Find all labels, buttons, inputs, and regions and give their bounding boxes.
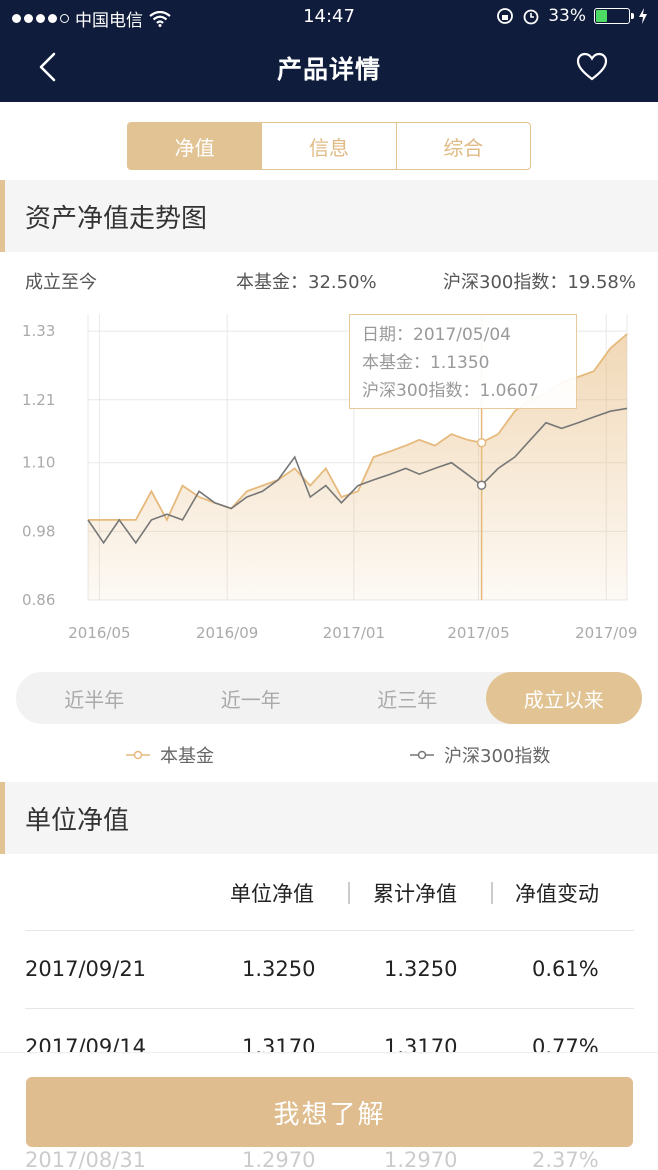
- status-bar: 中国电信 14:47 33%: [0, 0, 658, 34]
- period-since-inception[interactable]: 成立以来: [485, 672, 642, 724]
- row-unit-nav: 1.2970: [242, 1148, 316, 1170]
- fund-point-marker: [476, 437, 487, 448]
- tooltip-index: 沪深300指数：1.0607: [362, 381, 539, 401]
- y-tick-label: 0.98: [22, 522, 55, 540]
- legend-index: 沪深300指数: [410, 742, 550, 768]
- chart-tooltip: 日期：2017/05/04 本基金：1.1350 沪深300指数：1.0607: [349, 314, 577, 409]
- period-label: 成立至今: [25, 272, 97, 293]
- legend-index-label: 沪深300指数: [444, 746, 551, 767]
- row-date: 2017/08/31: [25, 1148, 147, 1170]
- period-one-year[interactable]: 近一年: [173, 672, 330, 724]
- y-tick-label: 1.21: [22, 391, 55, 409]
- nav-bar: 产品详情: [0, 34, 658, 100]
- rotation-lock-icon: [497, 8, 514, 24]
- section-accent-bar: [0, 180, 5, 252]
- legend-fund: 本基金: [126, 742, 214, 768]
- table-row-faded: 2017/08/31 1.2970 1.2970 2.37%: [0, 1148, 658, 1170]
- index-point-marker: [476, 480, 487, 490]
- period-three-years[interactable]: 近三年: [329, 672, 486, 724]
- x-tick-label: 2016/09: [196, 624, 258, 642]
- row-cumulative-nav: 1.3250: [384, 957, 458, 981]
- column-unit-nav: 单位净值: [230, 882, 314, 906]
- x-tick-label: 2016/05: [68, 624, 130, 642]
- alarm-icon: [523, 9, 539, 25]
- column-cumulative-nav: 累计净值: [373, 882, 457, 906]
- fund-return: 本基金：32.50%: [236, 272, 377, 293]
- column-divider: [491, 882, 493, 904]
- y-tick-label: 1.10: [22, 454, 55, 472]
- row-change: 2.37%: [532, 1148, 599, 1170]
- column-divider: [348, 882, 350, 904]
- index-return: 沪深300指数：19.58%: [443, 272, 636, 293]
- battery-percent: 33%: [548, 6, 586, 26]
- x-tick-label: 2017/05: [447, 624, 509, 642]
- period-switch: 近半年 近一年 近三年 成立以来: [16, 672, 642, 724]
- top-bar: 中国电信 14:47 33% 产品详情: [0, 0, 658, 102]
- table-row: 2017/09/21 1.3250 1.3250 0.61%: [25, 930, 634, 1008]
- charging-icon: [639, 8, 647, 24]
- y-tick-label: 0.86: [22, 591, 55, 609]
- tooltip-date: 日期：2017/05/04: [362, 325, 511, 345]
- heart-icon[interactable]: [576, 52, 608, 82]
- tooltip-fund: 本基金：1.1350: [362, 353, 490, 373]
- battery-icon: [594, 8, 634, 24]
- legend-fund-label: 本基金: [160, 746, 214, 767]
- section-accent-bar: [0, 782, 5, 854]
- tab-info[interactable]: 信息: [262, 123, 397, 169]
- tab-net-value[interactable]: 净值: [128, 123, 263, 169]
- row-cumulative-nav: 1.2970: [384, 1148, 458, 1170]
- row-date: 2017/09/21: [25, 957, 147, 981]
- page-title: 产品详情: [276, 55, 381, 84]
- inquire-button[interactable]: 我想了解: [26, 1077, 633, 1147]
- status-right: 33%: [496, 6, 648, 26]
- trend-heading: 资产净值走势图: [25, 204, 208, 234]
- period-half-year[interactable]: 近半年: [16, 672, 173, 724]
- unit-nav-section-header: 单位净值: [0, 782, 658, 854]
- tab-overview[interactable]: 综合: [397, 123, 530, 169]
- unit-nav-heading: 单位净值: [25, 806, 130, 836]
- legend-fund-marker-icon: [126, 750, 150, 760]
- row-unit-nav: 1.3250: [242, 957, 316, 981]
- column-nav-change: 净值变动: [515, 882, 599, 906]
- x-tick-label: 2017/01: [323, 624, 385, 642]
- y-tick-label: 1.33: [22, 322, 55, 340]
- x-tick-label: 2017/09: [575, 624, 637, 642]
- trend-section-header: 资产净值走势图: [0, 180, 658, 252]
- detail-tabs: 净值 信息 综合: [127, 122, 531, 170]
- legend-index-marker-icon: [410, 750, 434, 760]
- row-change: 0.61%: [532, 957, 599, 981]
